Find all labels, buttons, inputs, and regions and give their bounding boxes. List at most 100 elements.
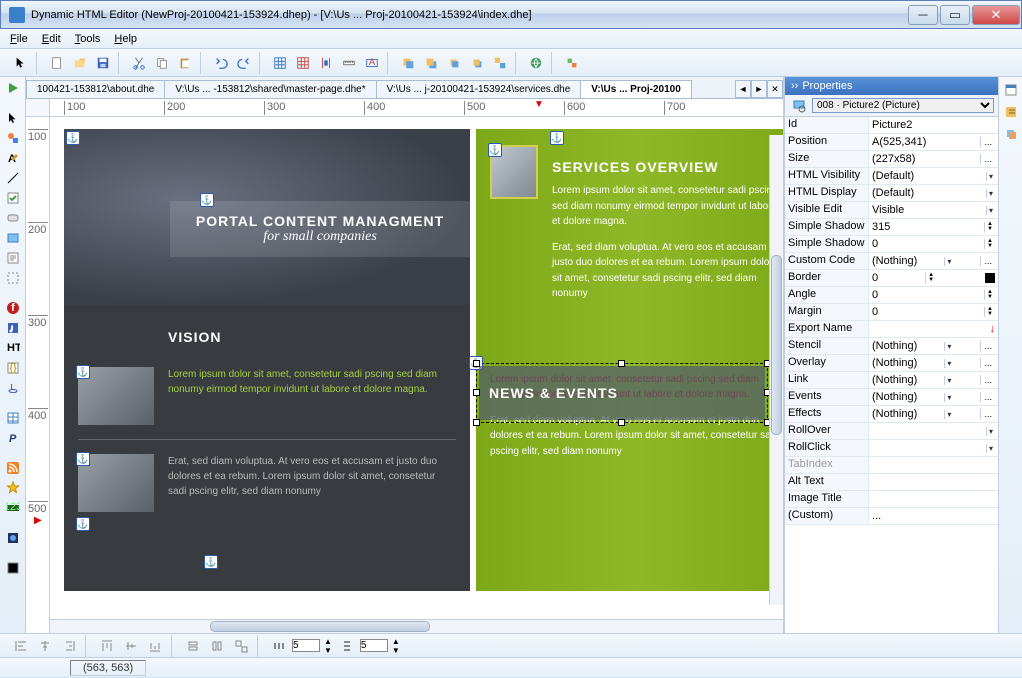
spinner-icon[interactable]: ▲▼ [984,307,995,317]
hero-image[interactable]: ⚓ ⚓ PORTAL CONTENT MANAGMENT for small c… [64,129,470,305]
dropdown-icon[interactable]: ▾ [986,427,995,436]
dropdown-icon[interactable]: ▾ [944,376,953,385]
tab-prev-icon[interactable]: ◄ [735,80,751,98]
flash-icon[interactable]: f [3,299,23,317]
property-value[interactable]: 0▲▼ [869,236,998,252]
rail-site-icon[interactable] [1001,103,1021,121]
vscroll-thumb[interactable] [771,255,782,435]
container-icon[interactable] [3,269,23,287]
property-value[interactable]: ↓ [869,321,998,337]
line-icon[interactable] [3,169,23,187]
property-row[interactable]: RollOver▾ [785,423,998,440]
canvas-hscroll[interactable] [50,619,783,633]
property-value[interactable]: (Nothing)▾... [869,372,998,388]
menu-edit[interactable]: Edit [42,33,61,45]
distribute-h-icon[interactable] [268,635,290,657]
play-icon[interactable] [3,79,23,97]
script-icon[interactable]: {} [3,359,23,377]
color-icon[interactable] [3,559,23,577]
java-icon[interactable] [3,379,23,397]
page-green[interactable]: ⚓ ⚓ SERVICES OVERVIEW Lorem ipsum dolor … [476,129,783,591]
shapes-icon[interactable] [3,129,23,147]
dropdown-icon[interactable]: ▾ [986,444,995,453]
hscroll-thumb[interactable] [210,621,430,632]
preview-icon[interactable] [525,52,547,74]
property-value[interactable]: (Nothing)▾... [869,406,998,422]
rulers-icon[interactable] [338,52,360,74]
property-value[interactable]: Visible▾ [869,202,998,218]
property-row[interactable]: Effects(Nothing)▾... [785,406,998,423]
paste-icon[interactable] [174,52,196,74]
open-icon[interactable] [69,52,91,74]
snap-icon[interactable] [292,52,314,74]
tab-close-icon[interactable]: ✕ [767,80,783,98]
property-row[interactable]: TabIndex [785,457,998,474]
property-value[interactable]: ... [869,508,998,524]
property-value[interactable] [869,474,998,490]
form-icon[interactable] [3,249,23,267]
aspect-icon[interactable]: A [361,52,383,74]
grid-icon[interactable] [269,52,291,74]
html-icon[interactable]: HTML [3,339,23,357]
tab-services[interactable]: V:\Us ... j-20100421-153924\services.dhe [376,80,582,98]
spacing-h-input[interactable] [292,639,320,652]
align-top-icon[interactable] [96,635,118,657]
dropdown-icon[interactable]: ▾ [944,359,953,368]
property-value[interactable]: (227x58)... [869,151,998,167]
paypal-icon[interactable]: P [3,429,23,447]
property-value[interactable]: 315▲▼ [869,219,998,235]
dropdown-icon[interactable]: ▾ [944,342,953,351]
layer-bwd-icon[interactable] [466,52,488,74]
tab-next-icon[interactable]: ► [751,80,767,98]
audio-icon[interactable] [3,319,23,337]
close-button[interactable]: ✕ [972,5,1020,25]
layer-back-icon[interactable] [420,52,442,74]
dropdown-icon[interactable]: ▾ [986,172,995,181]
ellipsis-button[interactable]: ... [980,358,995,368]
layer-fwd-icon[interactable] [443,52,465,74]
property-row[interactable]: HTML Display(Default)▾ [785,185,998,202]
distribute-v-icon[interactable] [336,635,358,657]
property-value[interactable]: Picture2 [869,117,998,133]
undo-icon[interactable] [210,52,232,74]
services-thumb[interactable]: ⚓ [490,145,538,199]
ellipsis-button[interactable]: ... [980,154,995,164]
resize-handle-sw[interactable] [473,419,480,426]
dropdown-icon[interactable]: ▾ [944,410,953,419]
resize-handle-w[interactable] [473,389,480,396]
hero-text-band[interactable]: ⚓ PORTAL CONTENT MANAGMENT for small com… [170,201,470,257]
tab-about[interactable]: 100421-153812\about.dhe [26,80,165,98]
spinner-icon[interactable]: ▲▼ [984,222,995,232]
property-value[interactable]: A(525,341)... [869,134,998,150]
property-row[interactable]: Margin0▲▼ [785,304,998,321]
property-value[interactable] [869,491,998,507]
property-value[interactable]: ▾ [869,423,998,439]
property-row[interactable]: Visible EditVisible▾ [785,202,998,219]
property-row[interactable]: Export Name↓ [785,321,998,338]
page-dark[interactable]: ⚓ ⚓ PORTAL CONTENT MANAGMENT for small c… [64,129,470,591]
design-canvas[interactable]: ⚓ ⚓ PORTAL CONTENT MANAGMENT for small c… [50,117,783,619]
extras-icon[interactable] [561,52,583,74]
menu-help[interactable]: Help [114,33,137,45]
resize-handle-n[interactable] [618,360,625,367]
ellipsis-button[interactable]: ... [980,341,995,351]
canvas-vscroll[interactable] [769,135,783,605]
ruler-vertical[interactable]: ▶ 100200300400500 [26,117,50,633]
align-center-icon[interactable] [34,635,56,657]
rail-panel-icon[interactable] [1001,81,1021,99]
property-row[interactable]: Stencil(Nothing)▾... [785,338,998,355]
resize-handle-nw[interactable] [473,360,480,367]
object-icon[interactable] [3,529,23,547]
property-row[interactable]: Angle0▲▼ [785,287,998,304]
property-value[interactable]: 0▲▼ [869,304,998,320]
property-value[interactable]: (Default)▾ [869,185,998,201]
layer-group-icon[interactable] [489,52,511,74]
ruler-v-marker[interactable]: ▶ [34,515,42,526]
same-size-icon[interactable] [230,635,252,657]
property-row[interactable]: HTML Visibility(Default)▾ [785,168,998,185]
align-bottom-icon[interactable] [144,635,166,657]
property-row[interactable]: Events(Nothing)▾... [785,389,998,406]
vision-thumb[interactable]: ⚓ [78,367,154,425]
spin-icon[interactable]: ▲▼ [390,637,402,655]
same-height-icon[interactable] [206,635,228,657]
